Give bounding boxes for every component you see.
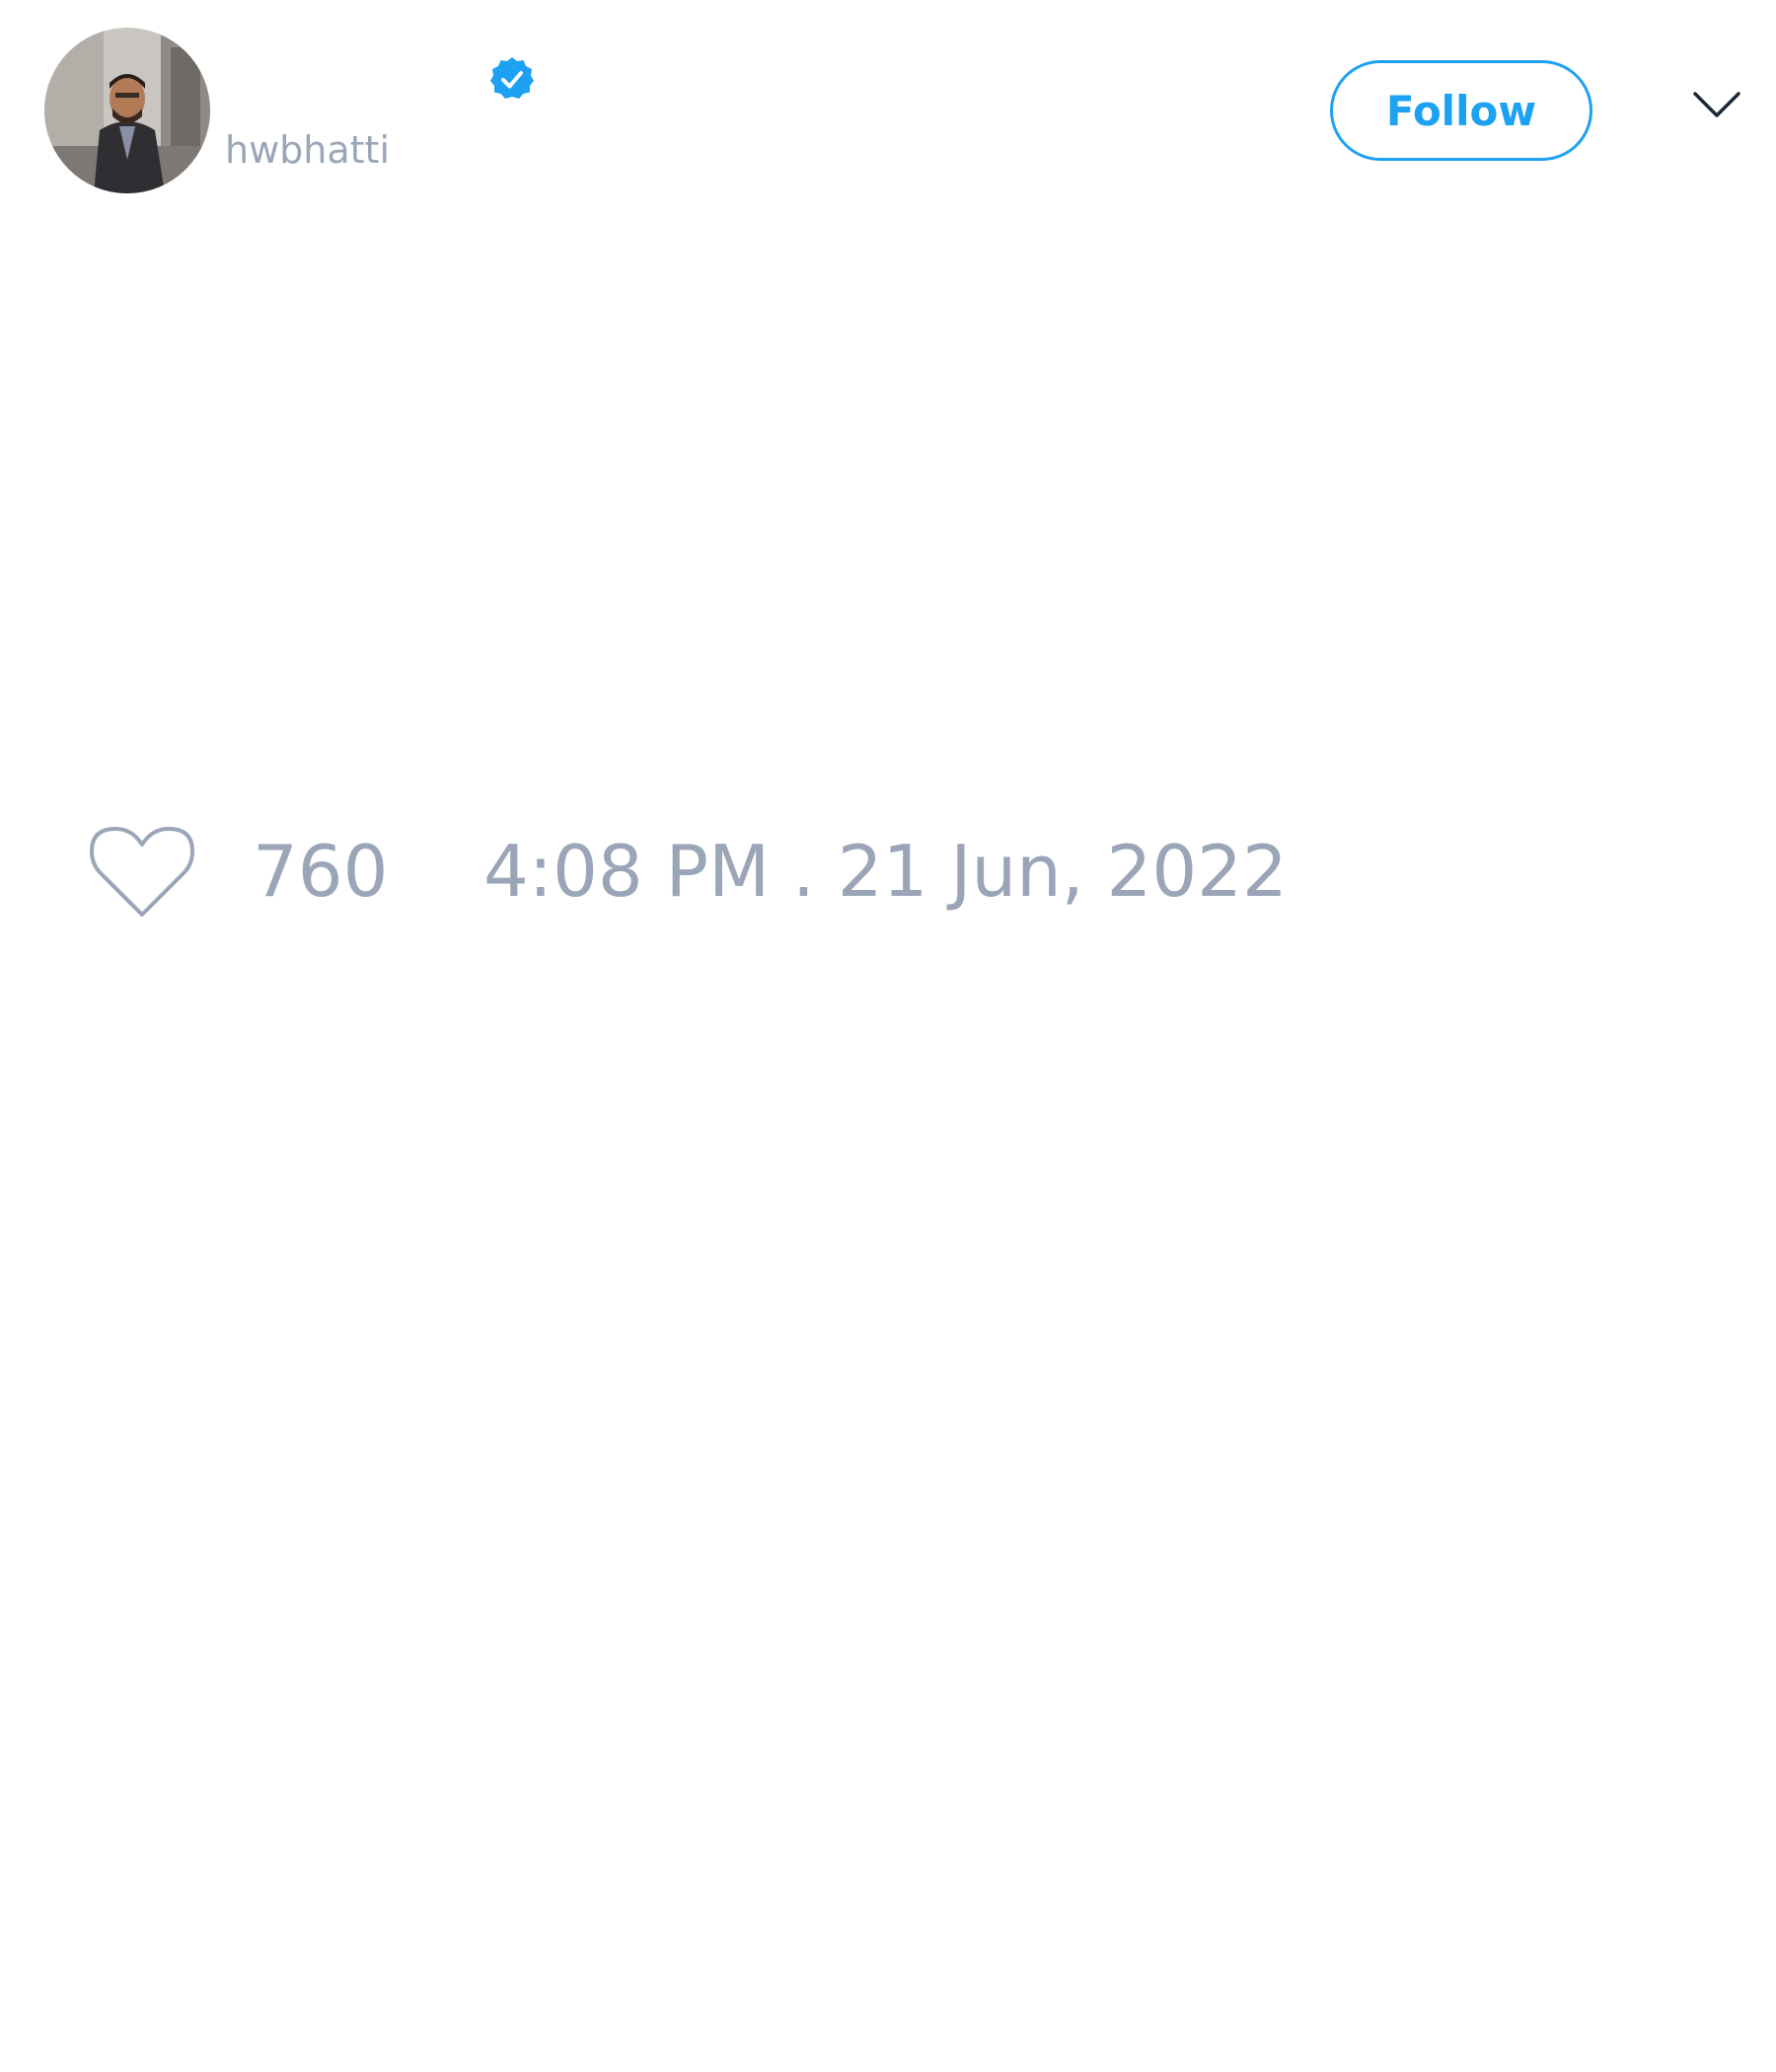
heart-outline-icon[interactable]	[89, 824, 195, 919]
avatar-photo	[44, 28, 210, 193]
author-handle[interactable]: hwbhatti	[225, 128, 390, 172]
chevron-down-icon[interactable]	[1692, 89, 1741, 122]
follow-button[interactable]: Follow	[1330, 60, 1592, 161]
tweet-timestamp[interactable]: 4:08 PM . 21 Jun, 2022	[483, 831, 1288, 912]
like-count[interactable]: 760	[253, 831, 388, 912]
verified-badge-icon	[488, 55, 536, 103]
author-avatar[interactable]	[44, 28, 210, 193]
